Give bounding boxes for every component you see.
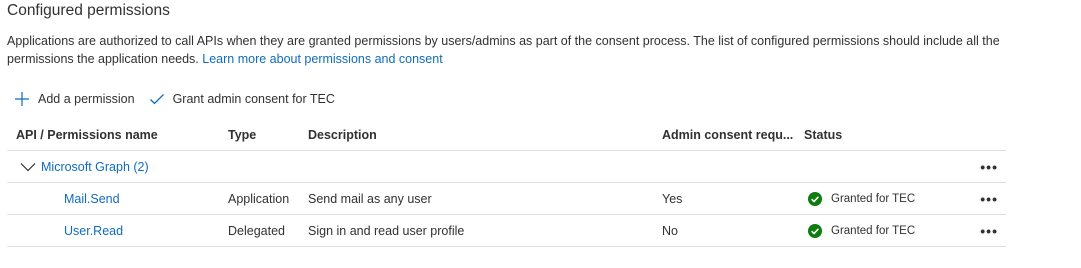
permissions-table: API / Permissions name Type Description …: [7, 119, 1006, 247]
table-header: API / Permissions name Type Description …: [7, 119, 1006, 151]
permission-name-link[interactable]: User.Read: [64, 224, 123, 238]
add-permission-button[interactable]: Add a permission: [14, 91, 135, 107]
status-text: Granted for TEC: [831, 192, 916, 205]
toolbar: Add a permission Grant admin consent for…: [14, 89, 349, 109]
admin-consent-value: No: [662, 223, 678, 238]
grant-admin-consent-button[interactable]: Grant admin consent for TEC: [149, 91, 335, 107]
status-text: Granted for TEC: [831, 224, 916, 237]
permission-description: Send mail as any user: [308, 191, 432, 206]
table-row: User.Read Delegated Sign in and read use…: [7, 215, 1006, 247]
checkmark-icon: [149, 94, 164, 105]
admin-consent-value: Yes: [662, 191, 683, 206]
check-circle-icon: [808, 223, 822, 238]
status-cell: Granted for TEC: [808, 191, 916, 206]
table-row: Mail.Send Application Send mail as any u…: [7, 183, 1006, 215]
column-header-api[interactable]: API / Permissions name: [16, 128, 158, 142]
chevron-down-icon: [20, 162, 36, 171]
row-more-actions-button[interactable]: •••: [980, 192, 998, 206]
permission-type: Delegated: [228, 223, 285, 238]
section-description: Applications are authorized to call APIs…: [7, 33, 1007, 68]
group-label: Microsoft Graph (2): [41, 159, 149, 174]
column-header-status[interactable]: Status: [804, 128, 842, 142]
column-header-description[interactable]: Description: [308, 128, 377, 142]
column-header-type[interactable]: Type: [228, 128, 256, 142]
learn-more-link[interactable]: Learn more about permissions and consent: [202, 52, 442, 66]
column-header-admin-consent[interactable]: Admin consent requ...: [662, 128, 793, 142]
page-title: Configured permissions: [7, 2, 170, 19]
add-permission-label: Add a permission: [38, 92, 135, 106]
permission-type: Application: [228, 191, 290, 206]
plus-icon: [15, 92, 29, 106]
row-more-actions-button[interactable]: •••: [980, 224, 998, 238]
group-more-actions-button[interactable]: •••: [980, 160, 998, 174]
check-circle-icon: [808, 191, 822, 206]
permission-description: Sign in and read user profile: [308, 223, 465, 238]
grant-admin-consent-label: Grant admin consent for TEC: [172, 92, 335, 106]
group-toggle[interactable]: Microsoft Graph (2): [20, 160, 149, 174]
group-row-microsoft-graph: Microsoft Graph (2) •••: [7, 151, 1006, 183]
status-cell: Granted for TEC: [808, 223, 916, 238]
description-text: Applications are authorized to call APIs…: [7, 34, 1000, 66]
permission-name-link[interactable]: Mail.Send: [64, 192, 120, 206]
